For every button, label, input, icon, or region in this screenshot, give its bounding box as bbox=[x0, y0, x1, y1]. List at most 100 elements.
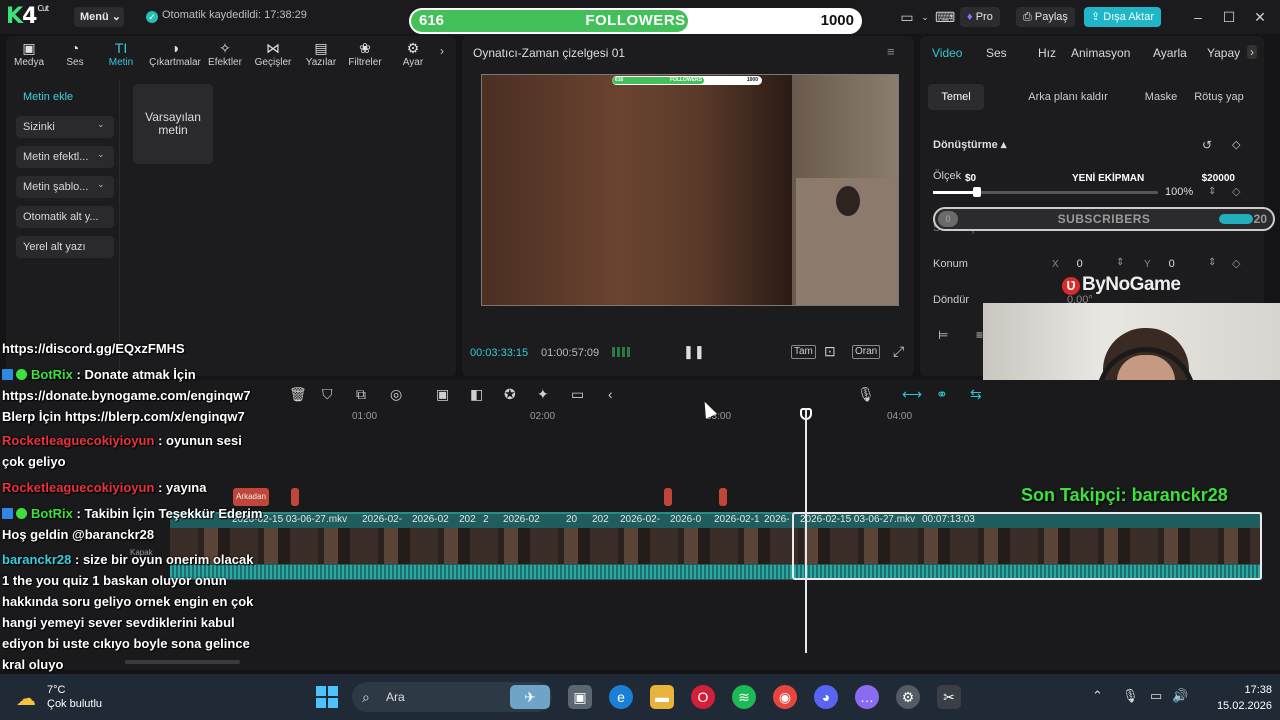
toggle-switch[interactable] bbox=[1219, 214, 1253, 224]
mask-icon[interactable]: ◎ bbox=[390, 386, 402, 403]
sidebar-item-0[interactable]: Metin ekle bbox=[16, 86, 114, 108]
reset-icon[interactable]: ↺ bbox=[1202, 138, 1212, 152]
timeline-marker[interactable] bbox=[719, 488, 727, 506]
pro-button[interactable]: ♦ Pro bbox=[960, 7, 1000, 27]
tab-animasyon[interactable]: Animasyon bbox=[1071, 46, 1130, 60]
subtab-3[interactable]: Rötuş yap bbox=[1184, 84, 1254, 110]
position-y[interactable]: Y0 bbox=[1144, 258, 1175, 270]
stepper-icon[interactable]: ⇕ bbox=[1208, 186, 1216, 197]
export-button[interactable]: ⇪ Dışa Aktar bbox=[1084, 7, 1162, 27]
tab-geçişler[interactable]: ⋈ Geçişler bbox=[250, 40, 296, 68]
person-ai-icon[interactable]: ✪ bbox=[504, 386, 516, 403]
stepper-icon[interactable]: ⇕ bbox=[1208, 257, 1216, 268]
maximize-icon[interactable]: ☐ bbox=[1220, 8, 1238, 26]
face-image bbox=[836, 186, 860, 216]
tab-icon: ◔ bbox=[70, 40, 80, 56]
shield-icon[interactable]: ⛉ bbox=[322, 386, 333, 403]
keyframe-icon[interactable]: ◇ bbox=[1232, 257, 1240, 270]
close-icon[interactable]: ✕ bbox=[1251, 8, 1269, 26]
microphone-icon[interactable]: 🎙 bbox=[857, 386, 875, 403]
chat-message: 1 the you quiz 1 baskan oluyor onun bbox=[2, 573, 227, 588]
chevron-right-icon[interactable]: › bbox=[1247, 45, 1257, 59]
hamburger-icon[interactable]: ≡ bbox=[887, 44, 895, 59]
microphone-icon[interactable]: 🎙 bbox=[1122, 688, 1139, 704]
chat-app-icon[interactable]: … bbox=[855, 685, 879, 709]
selected-clip[interactable] bbox=[792, 512, 1262, 580]
tab-efektler[interactable]: ✧ Efektler bbox=[202, 40, 248, 68]
clock-date[interactable]: 15.02.2026 bbox=[1198, 700, 1272, 712]
minimize-icon[interactable]: – bbox=[1189, 8, 1207, 26]
hd-icon[interactable]: ▭ bbox=[571, 386, 584, 403]
delete-icon[interactable]: 🗑 bbox=[289, 386, 307, 403]
tab-medya[interactable]: ▣ Medya bbox=[6, 40, 52, 68]
layout-icon[interactable]: ▭ bbox=[898, 8, 916, 26]
settings-app-icon[interactable]: ⚙ bbox=[896, 685, 920, 709]
tab-ses[interactable]: Ses bbox=[986, 46, 1007, 60]
scale-value[interactable]: 100% bbox=[1165, 186, 1193, 198]
ratio-option[interactable]: Oran bbox=[852, 345, 881, 359]
tab-hız[interactable]: Hız bbox=[1038, 46, 1056, 60]
keyframe-icon[interactable]: ◇ bbox=[1232, 185, 1240, 198]
pause-icon[interactable]: ❚❚ bbox=[683, 344, 705, 360]
chevron-up-icon[interactable]: ⌃ bbox=[1092, 688, 1103, 704]
timeline-marker[interactable] bbox=[291, 488, 299, 506]
mirror-icon[interactable]: ◧ bbox=[470, 386, 483, 403]
scale-slider[interactable] bbox=[933, 187, 1158, 197]
expand-icon[interactable]: ⤢ bbox=[893, 343, 904, 360]
tab-çıkartmalar[interactable]: ◑ Çıkartmalar bbox=[146, 40, 204, 68]
tab-video[interactable]: Video bbox=[932, 46, 962, 60]
clock-time[interactable]: 17:38 bbox=[1228, 684, 1272, 696]
subtab-1[interactable]: Arka planı kaldır bbox=[1008, 84, 1128, 110]
capcut-icon[interactable]: ✂ bbox=[937, 685, 961, 709]
monitor-icon[interactable]: ▭ bbox=[1150, 688, 1162, 704]
menu-button[interactable]: Menü ⌄ bbox=[74, 7, 124, 27]
stepper-icon[interactable]: ⇕ bbox=[1116, 257, 1124, 268]
tab-yapay[interactable]: Yapay bbox=[1207, 46, 1240, 60]
freeze-icon[interactable]: ▣ bbox=[436, 386, 449, 403]
magic-icon[interactable]: ✦ bbox=[537, 386, 549, 403]
opera-icon[interactable]: O bbox=[691, 685, 715, 709]
tab-yazılar[interactable]: ▤ Yazılar bbox=[298, 40, 344, 68]
fullscreen-option[interactable]: Tam bbox=[791, 345, 816, 359]
windows-start-icon[interactable] bbox=[316, 686, 338, 708]
tab-filtreler[interactable]: ❀ Filtreler bbox=[342, 40, 388, 68]
align-center-icon[interactable]: ≡ bbox=[976, 328, 983, 342]
collapse-icon[interactable]: ‹ bbox=[608, 386, 613, 402]
keyframe-icon[interactable]: ◇ bbox=[1232, 138, 1240, 151]
timeline-marker[interactable] bbox=[664, 488, 672, 506]
sidebar-item-5[interactable]: Yerel alt yazı bbox=[16, 236, 114, 258]
subtab-0[interactable]: Temel bbox=[928, 84, 984, 110]
volume-icon[interactable]: 🔊 bbox=[1172, 688, 1188, 704]
share-button[interactable]: ⎙ Paylaş bbox=[1016, 7, 1075, 27]
align-left-icon[interactable]: ⊨ bbox=[938, 328, 948, 342]
scale-slider-handle[interactable] bbox=[973, 187, 981, 197]
playhead[interactable] bbox=[805, 408, 807, 653]
position-label: Konum bbox=[933, 258, 968, 270]
sidebar-item-4[interactable]: Otomatik alt y... bbox=[16, 206, 114, 228]
crop-icon[interactable]: ⧉ bbox=[356, 386, 366, 403]
transform-section[interactable]: Dönüştürme ▴ bbox=[933, 138, 1006, 151]
subscribers-goal-bar: 0 SUBSCRIBERS 20 bbox=[933, 207, 1275, 231]
game-icon[interactable]: ✈ bbox=[510, 685, 550, 709]
folder-icon[interactable]: ▬ bbox=[650, 685, 674, 709]
discord-icon[interactable]: ◕ bbox=[814, 685, 838, 709]
edge-icon[interactable]: e bbox=[609, 685, 633, 709]
position-x[interactable]: X0 bbox=[1052, 258, 1083, 270]
preview-icon[interactable]: ⇆ bbox=[970, 386, 982, 403]
tab-ayar[interactable]: ⚙ Ayar bbox=[390, 40, 436, 68]
default-text-card[interactable]: Varsayılan metin bbox=[133, 84, 213, 164]
spotify-icon[interactable]: ≋ bbox=[732, 685, 756, 709]
link-icon[interactable]: ⟷ bbox=[902, 386, 922, 403]
tab-ses[interactable]: ◔ Ses bbox=[52, 40, 98, 68]
tab-metin[interactable]: TI Metin bbox=[98, 40, 144, 68]
task-view-icon[interactable]: ▣ bbox=[568, 685, 592, 709]
video-preview[interactable]: 616 FOLLOWERS 1000 bbox=[481, 74, 899, 306]
snap-icon[interactable]: ⚭ bbox=[936, 386, 948, 403]
tab-ayarla[interactable]: Ayarla bbox=[1153, 46, 1187, 60]
keyboard-icon[interactable]: ⌨ bbox=[935, 8, 955, 26]
chrome-icon[interactable]: ◉ bbox=[773, 685, 797, 709]
chevron-right-icon[interactable]: › bbox=[440, 44, 444, 58]
ruler-tick: 02:00 bbox=[530, 411, 556, 422]
chevron-down-icon[interactable]: ⌄ bbox=[916, 8, 934, 26]
zoom-icon[interactable]: ⊡ bbox=[824, 343, 836, 360]
